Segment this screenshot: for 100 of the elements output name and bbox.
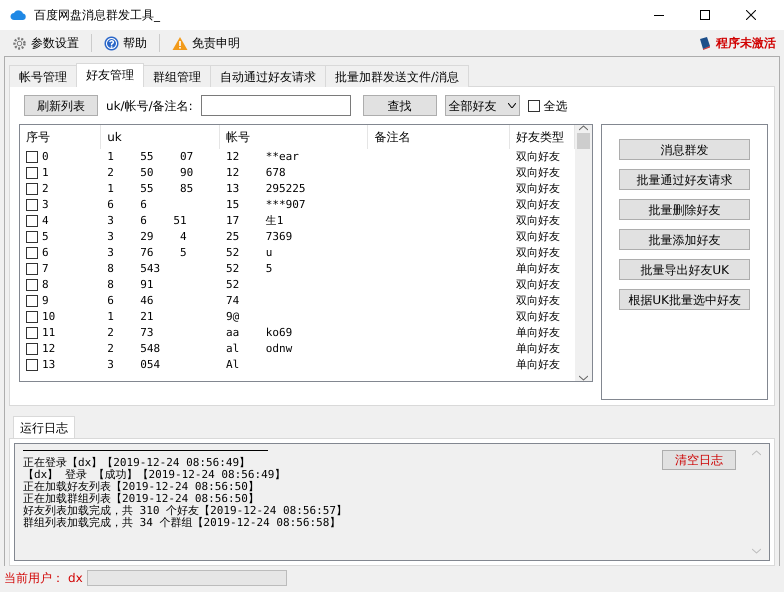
- table-cell: 25 7369: [226, 230, 292, 243]
- row-checkbox[interactable]: [26, 295, 38, 307]
- table-cell: 双向好友: [516, 182, 560, 195]
- current-user: dx: [68, 570, 83, 587]
- help-icon: [104, 36, 119, 50]
- log-line: 正在登录【dx】【2019-12-24 08:56:49】: [23, 457, 252, 469]
- scroll-up-icon: [752, 450, 761, 456]
- table-cell: 双向好友: [516, 198, 560, 211]
- action-button[interactable]: 消息群发: [619, 139, 750, 160]
- select-all-checkbox[interactable]: 全选: [528, 96, 568, 114]
- table-cell-text: 2: [42, 180, 49, 197]
- table-cell: 双向好友: [516, 246, 560, 259]
- table-cell-text: 4: [42, 212, 49, 229]
- clear-log-button[interactable]: 清空日志: [662, 450, 736, 470]
- row-checkbox[interactable]: [26, 167, 38, 179]
- search-field[interactable]: [200, 95, 351, 116]
- refresh-button[interactable]: 刷新列表: [24, 95, 98, 116]
- table-cell: 8 91: [107, 278, 154, 291]
- row-checkbox[interactable]: [26, 311, 38, 323]
- row-checkbox[interactable]: [26, 231, 38, 243]
- scroll-up-icon: [579, 125, 588, 131]
- row-checkbox[interactable]: [26, 183, 38, 195]
- table-cell: Al: [226, 358, 240, 371]
- table-cell: 单向好友: [516, 342, 560, 355]
- column-header: uk: [101, 125, 220, 149]
- row-checkbox[interactable]: [26, 151, 38, 163]
- row-checkbox[interactable]: [26, 263, 38, 275]
- scrollbar[interactable]: [575, 125, 592, 381]
- search-button[interactable]: 查找: [362, 95, 437, 116]
- tab[interactable]: 好友管理: [76, 63, 144, 87]
- cloud-icon: [10, 9, 26, 21]
- log-line: 好友列表加载完成，共 310 个好友【2019-12-24 08:56:57】: [23, 505, 348, 517]
- table-cell-text: 7: [42, 260, 49, 277]
- filter-dropdown[interactable]: 全部好友: [444, 95, 520, 116]
- action-button[interactable]: 批量删除好友: [619, 199, 750, 220]
- row-checkbox[interactable]: [26, 247, 38, 259]
- table-cell: 1 55 07: [107, 150, 194, 163]
- table-cell-text: 6: [42, 244, 49, 261]
- table-cell: aa ko69: [226, 326, 292, 339]
- action-button[interactable]: 批量通过好友请求: [619, 169, 750, 190]
- table-cell: 双向好友: [516, 214, 560, 227]
- table-cell: 3 76 5: [107, 246, 187, 259]
- table-cell: 12 **ear: [226, 150, 299, 163]
- column-header: 序号: [20, 125, 102, 149]
- table-cell-text: 9: [42, 292, 49, 309]
- table-cell: 6 6: [107, 198, 147, 211]
- book-icon: [698, 36, 712, 50]
- row-checkbox[interactable]: [26, 199, 38, 211]
- action-button[interactable]: 根据UK批量选中好友: [619, 289, 750, 310]
- table-cell: al odnw: [226, 342, 292, 355]
- table-cell: 52 u: [226, 246, 272, 259]
- scroll-down-icon: [752, 548, 761, 554]
- maximize-icon: [700, 10, 710, 20]
- tab[interactable]: 自动通过好友请求: [210, 65, 326, 87]
- row-checkbox[interactable]: [26, 279, 38, 291]
- row-checkbox[interactable]: [26, 343, 38, 355]
- table-cell-text: 0: [42, 148, 49, 165]
- tab[interactable]: 群组管理: [143, 65, 211, 87]
- tab[interactable]: 帐号管理: [9, 65, 77, 87]
- table-cell: 双向好友: [516, 150, 560, 163]
- table-cell-text: 8: [42, 276, 49, 293]
- log-line: 正在加载群组列表【2019-12-24 08:56:50】: [23, 493, 260, 505]
- action-button[interactable]: 批量导出好友UK: [619, 259, 750, 280]
- action-button[interactable]: 批量添加好友: [619, 229, 750, 250]
- toolbar-button[interactable]: 免责申明: [168, 34, 244, 52]
- table-cell: 2 50 90: [107, 166, 194, 179]
- log-tab[interactable]: 运行日志: [13, 416, 75, 438]
- column-header: 帐号: [220, 125, 368, 149]
- log-line: 【dx】 登录 【成功】【2019-12-24 08:56:49】: [23, 469, 286, 481]
- table-cell: 单向好友: [516, 262, 560, 275]
- row-checkbox[interactable]: [26, 327, 38, 339]
- column-header: 备注名: [368, 125, 510, 149]
- toolbar-button[interactable]: 帮助: [100, 34, 151, 52]
- table-cell: 15 ***907: [226, 198, 306, 211]
- table-cell: 双向好友: [516, 310, 560, 323]
- table-cell: 2 73: [107, 326, 154, 339]
- table-cell: 1 21: [107, 310, 154, 323]
- gear-icon: [12, 36, 27, 50]
- table-cell: 2 548: [107, 342, 160, 355]
- table-cell: 双向好友: [516, 230, 560, 243]
- table-cell: 1 55 85: [107, 182, 194, 195]
- table-cell: 3 054: [107, 358, 160, 371]
- table-cell: 单向好友: [516, 326, 560, 339]
- log-line: 正在加载好友列表【2019-12-24 08:56:50】: [23, 481, 260, 493]
- table-cell: 74: [226, 294, 240, 307]
- scrollbar-thumb[interactable]: [577, 133, 590, 149]
- row-checkbox[interactable]: [26, 215, 38, 227]
- table-cell: 9@: [226, 310, 240, 323]
- toolbar-button[interactable]: 参数设置: [8, 34, 83, 52]
- table-cell: 双向好友: [516, 278, 560, 291]
- caret-icon: [508, 103, 516, 108]
- table-cell: 8 543: [107, 262, 160, 275]
- window-title: 百度网盘消息群发工具_: [34, 7, 160, 24]
- row-checkbox[interactable]: [26, 359, 38, 371]
- table-cell-text: 12: [42, 340, 56, 357]
- activation-status: 程序未激活: [716, 35, 776, 52]
- tab[interactable]: 批量加群发送文件/消息: [325, 65, 470, 87]
- table-cell-text: 11: [42, 324, 56, 341]
- table-cell: 3 29 4: [107, 230, 187, 243]
- scroll-down-icon: [579, 375, 588, 381]
